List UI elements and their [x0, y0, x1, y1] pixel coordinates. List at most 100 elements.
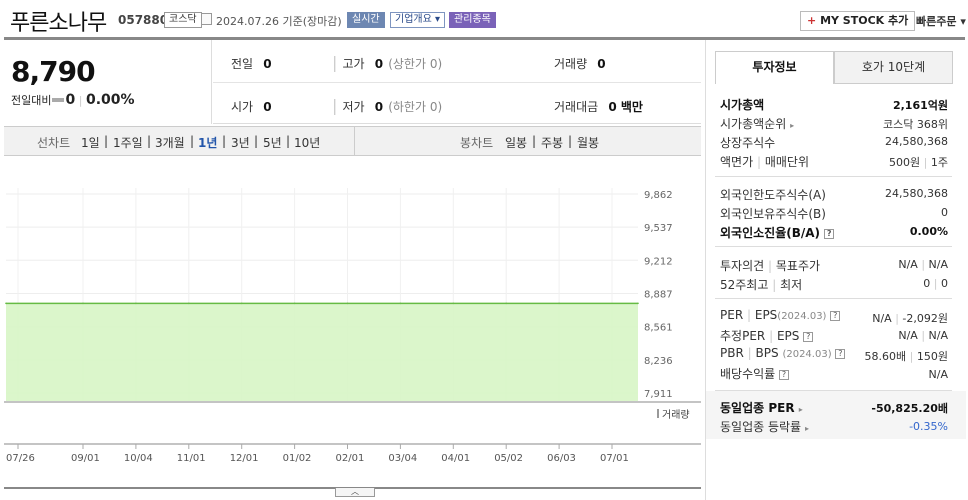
help-icon[interactable]: ?: [830, 311, 841, 321]
per-value: N/A: [872, 312, 892, 325]
separator: |: [769, 329, 774, 343]
help-icon[interactable]: ?: [779, 370, 790, 380]
managed-tag: 관리종목: [449, 12, 496, 28]
est-per-val: N/A: [898, 329, 918, 342]
x-tick-label: 10/04: [124, 453, 153, 464]
week52-low-value: 0: [941, 277, 948, 290]
chevron-down-icon: ▾: [960, 15, 966, 28]
separator: |: [254, 134, 259, 148]
per-eps-value: N/A | -2,092원: [840, 310, 948, 326]
mcap-value: 2,161억원: [892, 99, 948, 112]
separator: |: [332, 96, 338, 115]
per-eps-label: PER | EPS(2024.03) ?: [720, 308, 841, 322]
market-tag: 코스닥: [164, 12, 202, 28]
quote-bottom-divider: [213, 123, 701, 124]
industry-chg-link[interactable]: 동일업종 등락률 ▸: [720, 418, 809, 435]
tab-candle-week[interactable]: 주봉: [541, 134, 563, 151]
chevron-down-icon: ▾: [435, 14, 441, 25]
x-tick-label: 12/01: [230, 453, 259, 464]
ind-per-label: 동일업종 PER: [720, 401, 795, 415]
tab-period-10y[interactable]: 10년: [294, 134, 320, 151]
mcap-rank-link[interactable]: 시가총액순위 ▸: [720, 115, 794, 132]
tab-hoga-10[interactable]: 호가 10단계: [834, 51, 953, 84]
tab-period-1y[interactable]: 1년: [198, 134, 217, 151]
tab-period-1d[interactable]: 1일: [81, 134, 100, 151]
week52-high-value: 0: [923, 277, 931, 290]
help-icon[interactable]: ?: [824, 229, 835, 239]
y-tick-label: 8,236: [644, 356, 673, 367]
unit-label: 매매단위: [764, 155, 809, 169]
par-label: 액면가: [720, 155, 754, 169]
tab-period-1w[interactable]: 1주일: [113, 134, 143, 151]
collapse-chevron-icon[interactable]: ︿: [335, 488, 375, 497]
tab-invest-info[interactable]: 투자정보: [715, 51, 834, 84]
high-value: 0: [374, 57, 384, 71]
x-tick-label: 04/01: [441, 453, 470, 464]
price-area: [6, 303, 638, 401]
low-price: | 저가 0 (하한가 0): [332, 96, 442, 115]
y-tick-label: 9,537: [644, 223, 673, 234]
separator: |: [772, 278, 777, 292]
quick-order-link[interactable]: 빠른주문 ▾: [916, 13, 966, 29]
eps-period: (2024.03): [777, 311, 827, 322]
separator: |: [756, 155, 761, 169]
est-eps-val: N/A: [928, 329, 948, 342]
quote-row-divider: [213, 82, 701, 83]
info-divider: [715, 298, 952, 299]
high-label: 고가: [342, 57, 365, 71]
separator: |: [746, 308, 752, 322]
foreign-limit-value: 24,580,368: [885, 187, 948, 200]
pbr-value: 58.60배: [864, 350, 907, 363]
chevron-right-icon: ▸: [804, 424, 809, 433]
trade-amount: 거래대금 0 백만: [554, 96, 643, 115]
realtime-tag[interactable]: 실시간: [347, 12, 385, 28]
data-point: [82, 302, 84, 305]
opinion-val: N/A: [898, 258, 918, 271]
data-point: [399, 302, 402, 305]
separator: |: [923, 156, 928, 169]
help-icon[interactable]: ?: [803, 332, 814, 342]
volume-label: 거래량: [662, 409, 690, 421]
week52-value: 0 | 0: [840, 277, 948, 290]
chevron-right-icon: ▸: [798, 405, 803, 414]
tab-period-3y[interactable]: 3년: [231, 134, 250, 151]
tab-candle-month[interactable]: 월봉: [577, 134, 599, 151]
volume-label: 거래량: [554, 57, 588, 71]
tab-period-5y[interactable]: 5년: [263, 134, 282, 151]
week52-low-label: 최저: [780, 278, 803, 292]
high-limit: (상한가 0): [388, 57, 443, 71]
open-value: 0: [263, 100, 272, 114]
mcap-rank-label: 시가총액순위: [720, 117, 787, 131]
date-value: 2024.07.26: [216, 15, 279, 28]
separator: |: [78, 94, 83, 107]
low-label: 저가: [342, 100, 365, 114]
pbr-bps-label: PBR | BPS (2024.03) ?: [720, 346, 846, 360]
industry-per-link[interactable]: 동일업종 PER ▸: [720, 399, 803, 416]
low-value: 0: [374, 100, 384, 114]
mcap-rank-value: 코스닥 368위: [883, 118, 948, 131]
price-chart[interactable]: 9,862 9,537 9,212 8,887 8,561 8,236 7,911 거래량 07…: [4, 157, 701, 487]
volume-legend-marker: [657, 409, 659, 418]
foreign-ratio-value: 0.00%: [909, 225, 948, 238]
x-tick-label: 11/01: [177, 453, 206, 464]
my-stock-button[interactable]: + MY STOCK 추가: [800, 11, 916, 31]
company-info-dropdown[interactable]: 기업개요 ▾: [390, 12, 446, 28]
info-divider: [715, 176, 952, 177]
data-point: [135, 302, 137, 305]
separator: |: [532, 134, 537, 148]
foreign-ratio-text: 외국인소진율(B/A): [720, 226, 821, 240]
tab-period-3m[interactable]: 3개월: [155, 134, 185, 151]
foreign-limit-label: 외국인한도주식수(A): [720, 188, 826, 202]
tab-candle-day[interactable]: 일봉: [505, 134, 527, 151]
x-tick-label: 01/02: [283, 453, 312, 464]
plus-icon: +: [807, 14, 817, 27]
quick-order-label: 빠른주문: [916, 15, 957, 28]
dividend-label: 배당수익률 ?: [720, 365, 790, 382]
flat-icon: [52, 98, 65, 102]
shares-value: 24,580,368: [885, 135, 948, 148]
low-limit: (하한가 0): [388, 100, 443, 114]
prev-close: 전일 0: [231, 53, 272, 72]
separator: |: [895, 312, 899, 325]
company-info-label: 기업개요: [395, 14, 432, 25]
data-point: [637, 302, 639, 305]
